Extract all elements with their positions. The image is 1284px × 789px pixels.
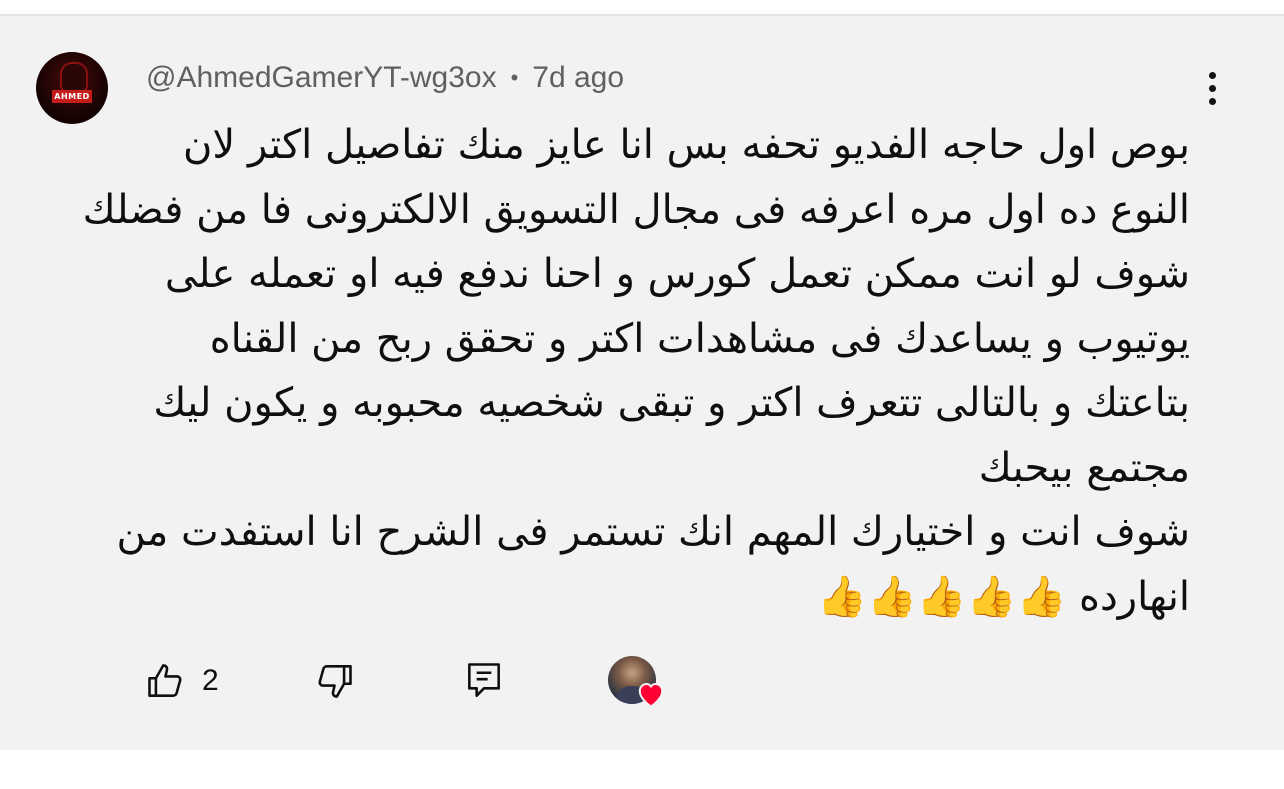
like-count: 2 [202,664,219,697]
like-button[interactable]: 2 [144,658,219,704]
comment-actions: 2 [140,652,700,712]
dislike-button[interactable] [312,658,356,704]
avatar-hood-graphic [60,62,88,92]
comment-line: مجتمع بيحبك [978,444,1190,491]
more-vert-icon-dot [1208,97,1216,105]
comment-line: بوص اول حاجه الفديو تحفه بس انا عايز منك… [183,122,1190,168]
meta-separator: • [510,65,519,90]
comment-line: بتاعتك و بالتالى تتعرف اكتر و تبقى شخصيه… [153,380,1190,426]
avatar-badge: AHMED [52,90,92,103]
comment-text: بوص اول حاجه الفديو تحفه بس انا عايز منك… [82,113,1190,629]
comment-line: شوف انت و اختيارك المهم انك تستمر فى الش… [116,509,1190,555]
thumbs-down-icon [318,665,352,698]
heart-icon [638,682,664,708]
creator-heart-badge [606,654,672,710]
comment-timestamp[interactable]: 7d ago [532,61,624,95]
comment-line: النوع ده اول مره اعرفه فى مجال التسويق ا… [82,186,1190,233]
reply-icon [468,663,500,697]
more-vert-icon [1208,71,1216,79]
thumbs-up-icon [148,664,182,697]
comment-menu-button[interactable] [1192,66,1232,110]
comment-line: شوف لو انت ممكن تعمل كورس و احنا ندفع في… [164,251,1190,297]
comment-line: يوتيوب و يساعدك فى مشاهدات اكتر و تحقق ر… [209,315,1190,362]
comment-line: انهارده 👍👍👍👍👍 [817,573,1190,620]
author-name[interactable]: @AhmedGamerYT-wg3ox [146,61,497,95]
comment-header: @AhmedGamerYT-wg3ox • 7d ago [146,56,624,100]
author-avatar[interactable]: AHMED [36,52,108,124]
more-vert-icon-dot [1208,84,1216,92]
reply-button[interactable] [462,658,506,704]
